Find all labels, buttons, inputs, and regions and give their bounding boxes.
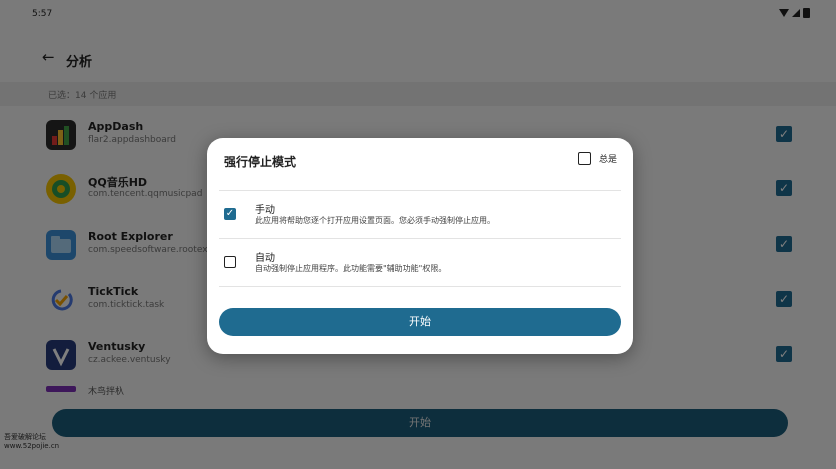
option-title: 自动 — [255, 253, 275, 264]
dialog-title: 强行停止模式 — [224, 155, 297, 169]
divider — [219, 238, 621, 239]
manual-checkbox[interactable]: ✓ — [224, 208, 236, 220]
auto-checkbox[interactable] — [224, 256, 236, 268]
option-description: 此应用将帮助您逐个打开应用设置页面。您必须手动强制停止应用。 — [255, 216, 495, 225]
checkbox-icon[interactable] — [577, 152, 591, 165]
option-description: 自动强制停止应用程序。此功能需要"辅助功能"权限。 — [255, 264, 447, 273]
always-label: 总是 — [598, 155, 617, 165]
force-stop-dialog: 强行停止模式 总是 ✓ 手动 此应用将帮助您逐个打开应用设置页面。您必须手动强制… — [207, 138, 633, 354]
option-title: 手动 — [255, 205, 275, 216]
screen: 5:57 ← 分析 已选：14 个应用 AppDash flar2.appdas… — [0, 0, 836, 469]
divider — [219, 190, 621, 191]
always-checkbox[interactable]: 总是 — [577, 152, 617, 165]
option-manual[interactable]: ✓ 手动 此应用将帮助您逐个打开应用设置页面。您必须手动强制停止应用。 — [207, 192, 633, 238]
option-auto[interactable]: 自动 自动强制停止应用程序。此功能需要"辅助功能"权限。 — [207, 240, 633, 286]
start-button[interactable]: 开始 — [219, 308, 621, 336]
divider — [219, 286, 621, 287]
